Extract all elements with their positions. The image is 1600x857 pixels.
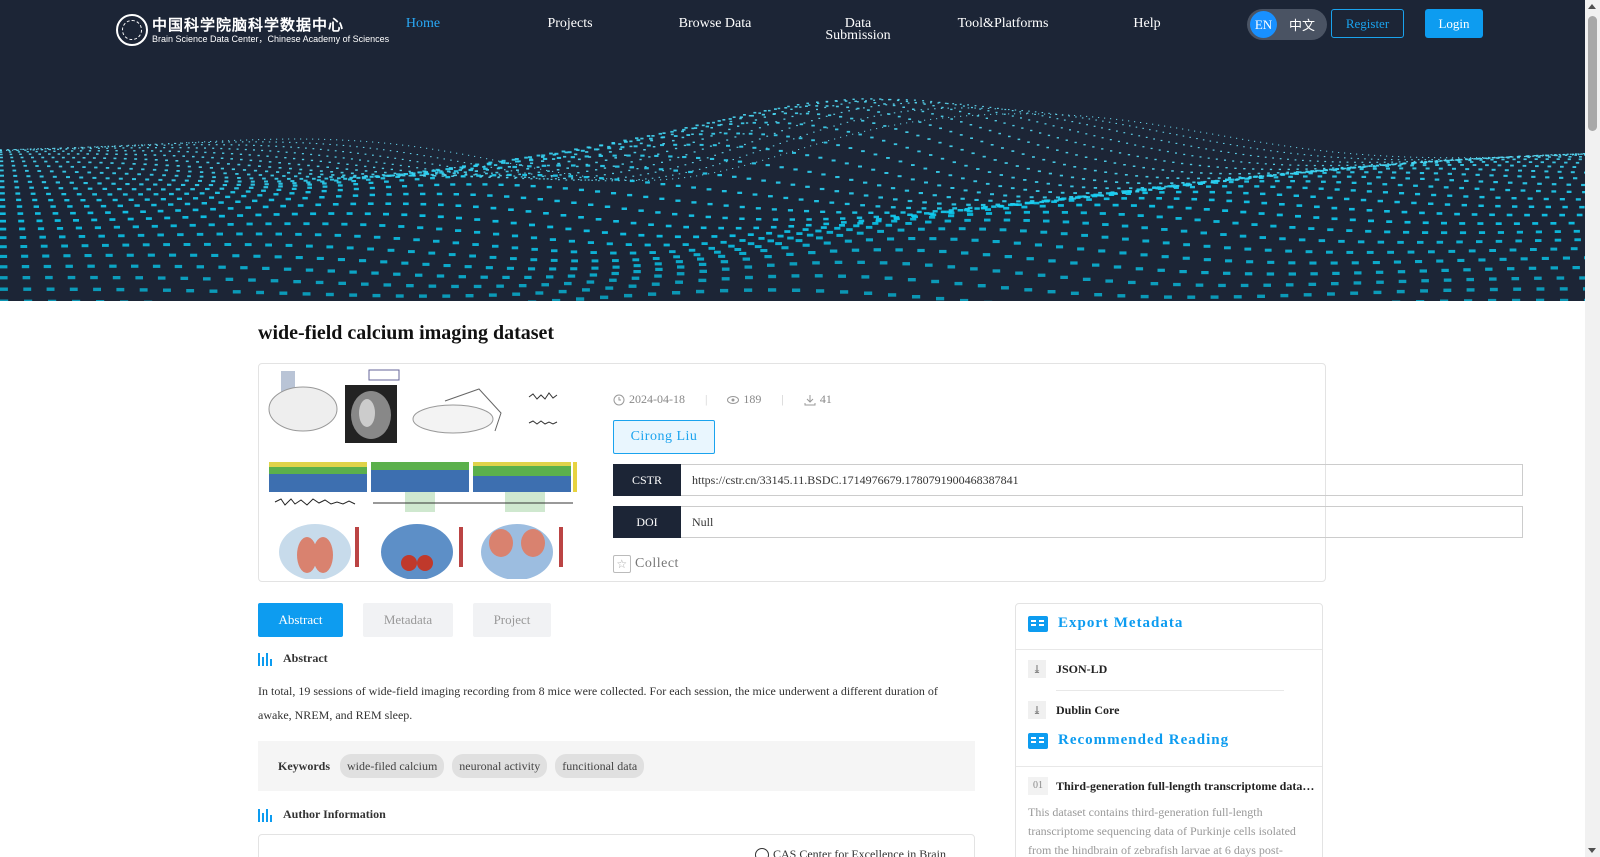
rec-index: 01 bbox=[1028, 777, 1048, 795]
download-icon: ⤓ bbox=[1028, 660, 1046, 678]
doi-label: DOI bbox=[613, 506, 681, 538]
tab-abstract[interactable]: Abstract bbox=[258, 603, 343, 637]
nav-home[interactable]: Home bbox=[405, 17, 441, 31]
recommended-reading-title: Recommended Reading bbox=[1058, 732, 1230, 748]
bars-icon bbox=[258, 652, 274, 666]
dataset-title: wide-field calcium imaging dataset bbox=[258, 322, 555, 344]
affiliation: CAS Center for Excellence in Brain bbox=[755, 847, 946, 857]
star-icon: ☆ bbox=[613, 555, 631, 573]
collect-label: Collect bbox=[635, 556, 679, 571]
nav-browse-data[interactable]: Browse Data bbox=[677, 17, 753, 31]
language-toggle[interactable]: EN 中文 bbox=[1247, 9, 1327, 40]
download-count: 41 bbox=[819, 392, 832, 406]
institution-icon bbox=[755, 847, 769, 857]
rec-title-link[interactable]: Third-generation full-length transcripto… bbox=[1056, 777, 1316, 795]
export-json-ld[interactable]: ⤓ JSON-LD bbox=[1028, 660, 1107, 678]
login-button[interactable]: Login bbox=[1425, 9, 1483, 38]
keywords-box: Keywords wide-filed calcium neuronal act… bbox=[258, 741, 975, 791]
tab-metadata[interactable]: Metadata bbox=[363, 603, 453, 637]
logo-en-text: Brain Science Data Center，Chinese Academ… bbox=[152, 33, 390, 44]
export-json-ld-label: JSON-LD bbox=[1056, 661, 1108, 676]
page-scrollbar[interactable] bbox=[1585, 0, 1600, 857]
export-dublin-core[interactable]: ⤓ Dublin Core bbox=[1028, 701, 1119, 719]
nav-data-submission[interactable]: Data Submission bbox=[820, 17, 896, 43]
nav-tools-platforms[interactable]: Tool&Platforms bbox=[956, 17, 1050, 31]
book-icon bbox=[1028, 732, 1048, 749]
site-logo[interactable]: 中国科学院脑科学数据中心 Brain Science Data Center，C… bbox=[116, 14, 389, 46]
cstr-label: CSTR bbox=[613, 464, 681, 496]
export-metadata-title: Export Metadata bbox=[1058, 615, 1184, 631]
rec-description: This dataset contains third-generation f… bbox=[1028, 805, 1296, 857]
recommended-reading-heading: Recommended Reading bbox=[1028, 732, 1229, 749]
logo-cn-text: 中国科学院脑科学数据中心 bbox=[152, 15, 345, 34]
hero-banner: 中国科学院脑科学数据中心 Brain Science Data Center，C… bbox=[0, 0, 1585, 301]
scroll-thumb[interactable] bbox=[1588, 16, 1597, 131]
dataset-card: 2024-04-18 | 189 | 41 Cirong Liu CSTR ht… bbox=[258, 363, 1523, 582]
author-info-card: CAS Center for Excellence in Brain bbox=[258, 834, 975, 857]
keyword-tag[interactable]: funcitional data bbox=[555, 754, 645, 778]
keyword-tag[interactable]: neuronal activity bbox=[452, 754, 548, 778]
publish-date: 2024-04-18 bbox=[629, 392, 685, 406]
download-icon bbox=[804, 394, 816, 406]
top-nav: 中国科学院脑科学数据中心 Brain Science Data Center，C… bbox=[0, 0, 1585, 60]
cstr-value[interactable]: https://cstr.cn/33145.11.BSDC.1714976679… bbox=[681, 464, 1523, 496]
keywords-label: Keywords bbox=[278, 758, 330, 773]
download-icon: ⤓ bbox=[1028, 701, 1046, 719]
register-button[interactable]: Register bbox=[1331, 9, 1404, 38]
dataset-figure-image bbox=[265, 367, 585, 579]
book-icon bbox=[1028, 615, 1048, 632]
dataset-stats: 2024-04-18 | 189 | 41 bbox=[613, 392, 832, 407]
view-count: 189 bbox=[743, 392, 762, 406]
author-tag[interactable]: Cirong Liu bbox=[613, 420, 715, 454]
author-info-heading-text: Author Information bbox=[283, 807, 386, 821]
cstr-row: CSTR https://cstr.cn/33145.11.BSDC.17149… bbox=[613, 464, 1523, 496]
scroll-down-arrow-icon[interactable] bbox=[1588, 848, 1596, 853]
bars-icon bbox=[258, 808, 274, 822]
export-dublin-core-label: Dublin Core bbox=[1056, 702, 1120, 717]
abstract-text: In total, 19 sessions of wide-field imag… bbox=[258, 684, 938, 722]
doi-value[interactable]: Null bbox=[681, 506, 1523, 538]
nav-projects[interactable]: Projects bbox=[543, 17, 597, 31]
nav-help[interactable]: Help bbox=[1129, 17, 1165, 31]
lang-cn-option[interactable]: 中文 bbox=[1289, 15, 1315, 34]
cas-emblem-icon bbox=[116, 14, 148, 46]
clock-icon bbox=[613, 394, 625, 406]
eye-icon bbox=[727, 394, 740, 406]
side-panel: Export Metadata ⤓ JSON-LD ⤓ Dublin Core … bbox=[1015, 603, 1323, 857]
lang-en-option[interactable]: EN bbox=[1250, 11, 1277, 38]
export-metadata-heading: Export Metadata bbox=[1028, 615, 1183, 632]
collect-button[interactable]: ☆ Collect bbox=[613, 555, 679, 573]
doi-row: DOI Null bbox=[613, 506, 1523, 538]
abstract-heading: Abstract bbox=[258, 651, 328, 666]
scroll-up-arrow-icon[interactable] bbox=[1588, 4, 1596, 9]
keyword-tag[interactable]: wide-filed calcium bbox=[340, 754, 445, 778]
abstract-heading-text: Abstract bbox=[283, 651, 328, 665]
affiliation-text: CAS Center for Excellence in Brain bbox=[773, 847, 946, 857]
author-info-heading: Author Information bbox=[258, 807, 386, 822]
tab-project[interactable]: Project bbox=[473, 603, 551, 637]
